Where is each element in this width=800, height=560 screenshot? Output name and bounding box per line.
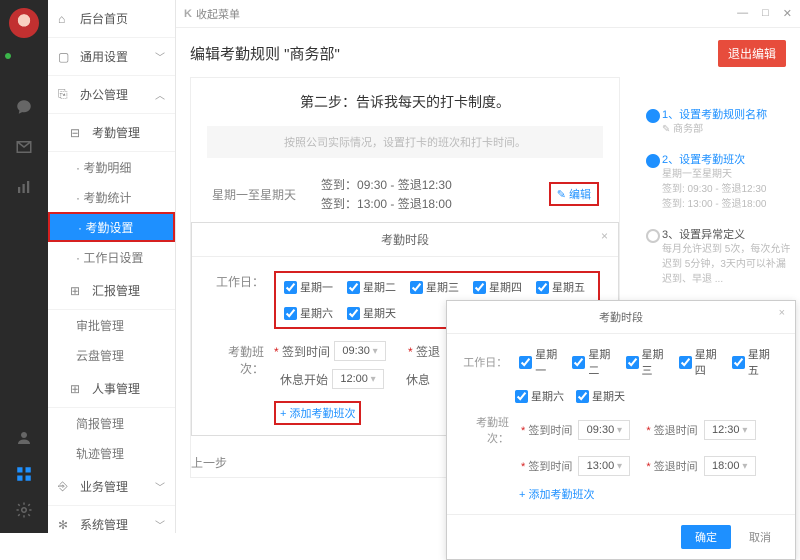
shift-label-2: 考勤班次： — [463, 414, 515, 446]
sub-cloud[interactable]: 云盘管理 — [48, 340, 175, 370]
m2-chk-wed[interactable]: 星期三 — [626, 346, 673, 378]
collapse-menu[interactable]: 收起菜单 — [196, 6, 240, 22]
sidebar-label: 汇报管理 — [92, 282, 165, 299]
sub-brief[interactable]: 简报管理 — [48, 408, 175, 438]
m2-signout-label-2: 签退时间 — [646, 458, 697, 474]
sub-attendance-detail[interactable]: · 考勤明细 — [48, 152, 175, 182]
rest-label: 休息 — [406, 371, 430, 388]
m2-cancel-button[interactable]: 取消 — [741, 525, 779, 549]
time-period-modal-2: 考勤时段 × 工作日： 星期一 星期二 星期三 星期四 星期五 星期六 星期天 … — [446, 300, 796, 560]
sub-track[interactable]: 轨迹管理 — [48, 438, 175, 468]
sub-attendance-stats[interactable]: · 考勤统计 — [48, 182, 175, 212]
chk-sun[interactable]: 星期天 — [347, 305, 396, 321]
exit-edit-button[interactable]: 退出编辑 — [718, 40, 786, 67]
modal-title: 考勤时段 × — [192, 223, 618, 257]
m2-ok-button[interactable]: 确定 — [681, 525, 731, 549]
add-shift-link[interactable]: + 添加考勤班次 — [274, 401, 361, 425]
signin-time[interactable]: 09:30 — [334, 341, 386, 361]
shift-label: 考勤班次： — [210, 341, 274, 389]
back-k: K — [184, 8, 192, 20]
step-3[interactable]: 3、设置异常定义 每月允许迟到 5次，每次允许迟到 5分钟，3天内可以补漏 迟到… — [644, 226, 794, 287]
modal-close-icon[interactable]: × — [601, 229, 608, 243]
m2-signin-label-2: 签到时间 — [521, 458, 572, 474]
m2-chk-thu[interactable]: 星期四 — [679, 346, 726, 378]
schedule-line-1: 签到：09:30 - 签退12:30 — [321, 176, 452, 193]
sidebar-business[interactable]: ⎆业务管理﹀ — [48, 468, 175, 506]
sidebar-label: 考勤管理 — [92, 124, 165, 141]
sidebar-system[interactable]: ✻系统管理﹀ — [48, 506, 175, 533]
step-1[interactable]: 1、设置考勤规则名称 ✎ 商务部 — [644, 106, 794, 137]
sidebar-general[interactable]: ▢通用设置﹀ — [48, 38, 175, 76]
hint-text: 按照公司实际情况，设置打卡的班次和打卡时间。 — [207, 126, 603, 158]
step-title: 第二步：告诉我每天的打卡制度。 — [191, 78, 619, 126]
m2-signin-t3[interactable]: 13:00 — [578, 456, 630, 476]
rest-start-time[interactable]: 12:00 — [332, 369, 384, 389]
m2-signout-t2[interactable]: 12:30 — [704, 420, 756, 440]
sidebar-label: 办公管理 — [80, 86, 155, 103]
chk-sat[interactable]: 星期六 — [284, 305, 333, 321]
page-title: 编辑考勤规则 "商务部" — [190, 43, 340, 64]
m2-signout-label: 签退时间 — [646, 422, 697, 438]
m2-chk-sat[interactable]: 星期六 — [515, 388, 564, 404]
edit-link[interactable]: 编辑 — [549, 182, 599, 206]
m2-signin-t1[interactable]: 09:30 — [578, 420, 630, 440]
m2-chk-fri[interactable]: 星期五 — [732, 346, 779, 378]
sidebar-office[interactable]: ⎘办公管理︿ — [48, 76, 175, 114]
close-icon[interactable]: ✕ — [783, 7, 792, 20]
mail-icon[interactable] — [13, 136, 35, 158]
modal2-title: 考勤时段 × — [447, 301, 795, 334]
stats-icon[interactable] — [13, 176, 35, 198]
modal2-title-text: 考勤时段 — [599, 312, 643, 324]
avatar[interactable] — [9, 8, 39, 38]
chat-icon[interactable] — [13, 96, 35, 118]
steps-panel: 1、设置考勤规则名称 ✎ 商务部 2、设置考勤班次 星期一至星期天 签到: 09… — [644, 106, 794, 301]
chk-tue[interactable]: 星期二 — [347, 279, 396, 295]
sidebar-label: 通用设置 — [80, 48, 155, 65]
step-2[interactable]: 2、设置考勤班次 星期一至星期天 签到: 09:30 - 签退12:30 签到:… — [644, 151, 794, 212]
signout-label: 签退 — [408, 343, 440, 360]
sub-attendance-settings[interactable]: · 考勤设置 — [48, 212, 175, 242]
maximize-icon[interactable]: □ — [762, 7, 769, 20]
sidebar-attendance[interactable]: ⊟考勤管理 — [48, 114, 175, 152]
topbar: K 收起菜单 — □ ✕ — [176, 0, 800, 28]
sub-approval[interactable]: 审批管理 — [48, 310, 175, 340]
signin-label: 签到时间 — [274, 343, 330, 360]
sub-workday-settings[interactable]: · 工作日设置 — [48, 242, 175, 272]
m2-chk-sun[interactable]: 星期天 — [576, 388, 625, 404]
sidebar-label: 业务管理 — [80, 478, 155, 495]
sidebar-home[interactable]: ⌂后台首页 — [48, 0, 175, 38]
workday-label: 工作日： — [210, 271, 274, 329]
modal2-close-icon[interactable]: × — [779, 307, 785, 319]
m2-chk-mon[interactable]: 星期一 — [519, 346, 566, 378]
schedule-summary: 星期一至星期天 签到：09:30 - 签退12:30 签到：13:00 - 签退… — [191, 170, 619, 218]
chk-fri[interactable]: 星期五 — [536, 279, 585, 295]
status-dot — [13, 56, 35, 78]
m2-signin-label: 签到时间 — [521, 422, 572, 438]
left-rail — [0, 0, 48, 533]
person-icon[interactable] — [13, 427, 35, 449]
sidebar-label: 人事管理 — [92, 380, 165, 397]
sidebar-hr[interactable]: ⊞人事管理 — [48, 370, 175, 408]
chk-wed[interactable]: 星期三 — [410, 279, 459, 295]
sidebar-label: 后台首页 — [80, 10, 165, 27]
chk-mon[interactable]: 星期一 — [284, 279, 333, 295]
gear-icon[interactable] — [13, 499, 35, 521]
workday-label-2: 工作日： — [463, 354, 513, 370]
m2-add-shift[interactable]: + 添加考勤班次 — [519, 486, 779, 502]
schedule-line-2: 签到：13:00 - 签退18:00 — [321, 195, 452, 212]
minimize-icon[interactable]: — — [737, 7, 748, 20]
sidebar-report[interactable]: ⊞汇报管理 — [48, 272, 175, 310]
m2-chk-tue[interactable]: 星期二 — [572, 346, 619, 378]
sidebar-label: 系统管理 — [80, 516, 155, 533]
rest-start-label: 休息开始 — [280, 371, 328, 388]
chk-thu[interactable]: 星期四 — [473, 279, 522, 295]
apps-icon[interactable] — [13, 463, 35, 485]
m2-signout-t4[interactable]: 18:00 — [704, 456, 756, 476]
modal-title-text: 考勤时段 — [381, 233, 429, 247]
page-header: 编辑考勤规则 "商务部" 退出编辑 — [190, 40, 786, 67]
range-label: 星期一至星期天 — [211, 185, 297, 204]
sidebar: ⌂后台首页 ▢通用设置﹀ ⎘办公管理︿ ⊟考勤管理 · 考勤明细 · 考勤统计 … — [48, 0, 176, 533]
